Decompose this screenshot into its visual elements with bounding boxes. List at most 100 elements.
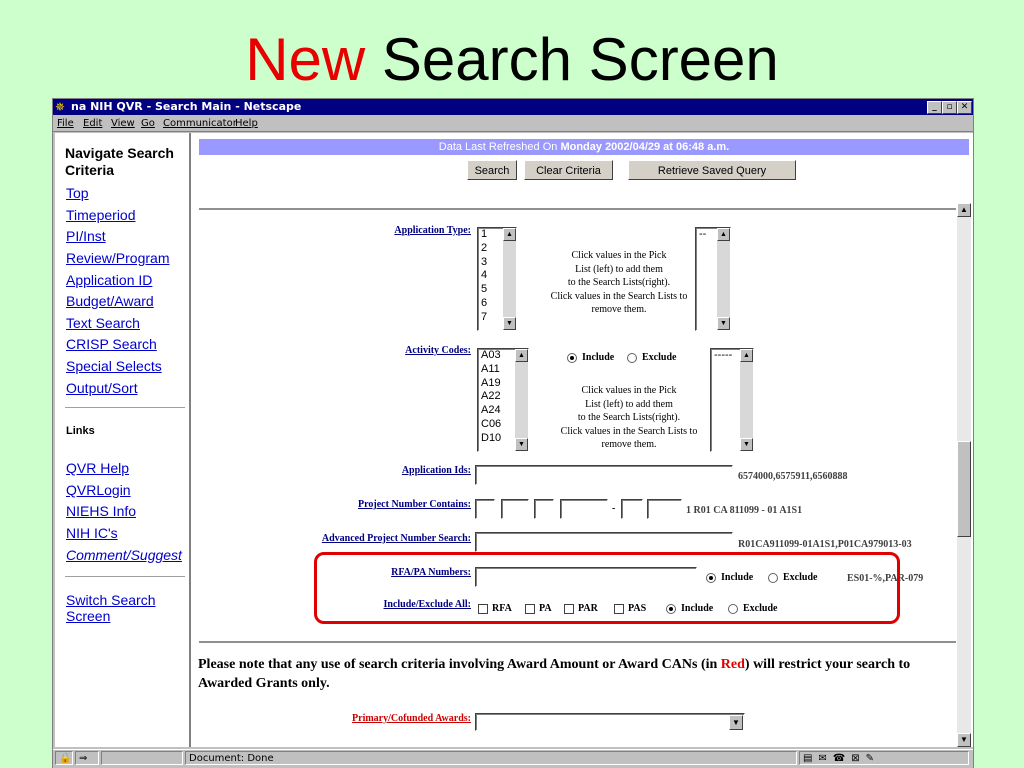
menu-view[interactable]: View <box>111 118 135 129</box>
link-nih-ics[interactable]: NIH IC's <box>66 525 118 541</box>
project-ic-input[interactable] <box>534 499 554 519</box>
activity-include-option[interactable]: Include <box>567 352 614 363</box>
slide-title: New Search Screen <box>0 22 1024 98</box>
project-year-input[interactable] <box>621 499 643 519</box>
notice-red-word: Red <box>720 657 745 672</box>
application-type-label[interactable]: Application Type: <box>394 225 471 236</box>
activity-codes-hint: Click values in the Pick List (left) to … <box>529 384 729 452</box>
list-scrollbar[interactable]: ▲ ▼ <box>503 228 516 330</box>
search-button[interactable]: Search <box>467 160 517 180</box>
nav-divider <box>65 407 185 409</box>
window-title: na NIH QVR - Search Main - Netscape <box>71 100 302 113</box>
menu-file[interactable]: File <box>57 118 74 129</box>
search-frame: Data Last Refreshed On Monday 2002/04/29… <box>191 133 973 747</box>
project-suffix-input[interactable] <box>647 499 682 519</box>
clear-criteria-button[interactable]: Clear Criteria <box>524 160 613 180</box>
slide-title-rest: Search Screen <box>381 26 779 93</box>
project-number-example: 1 R01 CA 811099 - 01 A1S1 <box>686 505 803 516</box>
hint-line: List (left) to add them <box>575 263 663 275</box>
list-scrollbar[interactable]: ▲ ▼ <box>717 228 730 330</box>
application-ids-label[interactable]: Application Ids: <box>402 465 471 476</box>
title-bar: ✵ na NIH QVR - Search Main - Netscape _ … <box>53 99 973 115</box>
link-niehs-info[interactable]: NIEHS Info <box>66 503 136 519</box>
hint-line: List (left) to add them <box>585 398 673 410</box>
activity-codes-search-list[interactable]: ----- ▲ ▼ <box>710 348 754 452</box>
nav-link-top[interactable]: Top <box>66 185 89 201</box>
scroll-thumb[interactable] <box>957 441 971 537</box>
close-button[interactable]: ✕ <box>957 101 972 114</box>
scroll-down-icon[interactable]: ▼ <box>740 438 753 451</box>
scroll-up-icon[interactable]: ▲ <box>740 349 753 362</box>
minimize-button[interactable]: _ <box>927 101 942 114</box>
nav-link-application-id[interactable]: Application ID <box>66 272 152 288</box>
include-radio-icon[interactable] <box>567 352 577 363</box>
hint-line: Click values in the Search Lists to <box>550 290 688 302</box>
advanced-project-example: R01CA911099-01A1S1,P01CA979013-03 <box>738 539 912 550</box>
notice-text: Please note that any use of search crite… <box>198 657 721 672</box>
link-qvr-login[interactable]: QVRLogin <box>66 482 131 498</box>
dropdown-arrow-icon[interactable]: ▼ <box>729 715 743 730</box>
hint-line: remove them. <box>591 304 647 315</box>
menu-bar: File Edit View Go Communicator Help <box>53 116 973 132</box>
menu-help[interactable]: Help <box>235 118 258 129</box>
refresh-date: Monday 2002/04/29 at 06:48 a.m. <box>560 141 730 153</box>
primary-cofunded-select[interactable]: ▼ <box>475 713 745 731</box>
hint-line: Click values in the Pick <box>581 385 677 396</box>
nav-link-output-sort[interactable]: Output/Sort <box>66 380 138 396</box>
project-type-input[interactable] <box>475 499 495 519</box>
activity-codes-label[interactable]: Activity Codes: <box>405 345 471 356</box>
nav-link-text-search[interactable]: Text Search <box>66 315 140 331</box>
application-type-pick-list[interactable]: 1 2 3 4 5 6 7 ▲ ▼ <box>477 227 517 331</box>
progress-panel <box>101 751 183 765</box>
scroll-up-icon[interactable]: ▲ <box>957 203 971 217</box>
project-number-label[interactable]: Project Number Contains: <box>358 499 471 510</box>
scroll-down-icon[interactable]: ▼ <box>717 317 730 330</box>
security-lock-icon[interactable]: 🔒 <box>55 751 73 765</box>
browser-window: ✵ na NIH QVR - Search Main - Netscape _ … <box>52 98 974 768</box>
maximize-button[interactable]: ▫ <box>942 101 957 114</box>
project-number-dash: - <box>612 503 616 514</box>
activity-exclude-option[interactable]: Exclude <box>627 352 676 363</box>
links-heading: Links <box>66 425 95 437</box>
application-type-search-list[interactable]: -- ▲ ▼ <box>695 227 731 331</box>
project-serial-input[interactable] <box>560 499 608 519</box>
nav-heading: Navigate Search Criteria <box>65 145 174 178</box>
scroll-up-icon[interactable]: ▲ <box>503 228 516 241</box>
award-notice: Please note that any use of search crite… <box>198 655 938 693</box>
primary-cofunded-label[interactable]: Primary/Cofunded Awards: <box>352 713 471 724</box>
advanced-project-number-label[interactable]: Advanced Project Number Search: <box>322 533 471 544</box>
nav-link-timeperiod[interactable]: Timeperiod <box>66 207 136 223</box>
scroll-down-icon[interactable]: ▼ <box>515 438 528 451</box>
scroll-up-icon[interactable]: ▲ <box>717 228 730 241</box>
application-ids-input[interactable] <box>475 465 733 485</box>
hint-line: remove them. <box>601 439 657 450</box>
advanced-project-number-input[interactable] <box>475 532 733 552</box>
refresh-label: Data Last Refreshed On <box>438 141 561 153</box>
scroll-down-icon[interactable]: ▼ <box>957 733 971 747</box>
scroll-up-icon[interactable]: ▲ <box>515 349 528 362</box>
refresh-bar: Data Last Refreshed On Monday 2002/04/29… <box>199 139 969 155</box>
link-comment-suggest[interactable]: Comment/Suggest <box>66 547 182 563</box>
exclude-radio-icon[interactable] <box>627 352 637 363</box>
list-scrollbar[interactable]: ▲ ▼ <box>515 349 528 451</box>
activity-codes-pick-list[interactable]: A03 A11 A19 A22 A24 C06 D10 ▲ ▼ <box>477 348 529 452</box>
list-scrollbar[interactable]: ▲ ▼ <box>740 349 753 451</box>
component-bar-icons[interactable]: ▤✉☎⊠✎ <box>799 751 969 765</box>
navigation-frame: Navigate Search Criteria Top Timeperiod … <box>55 133 191 747</box>
nav-link-budget-award[interactable]: Budget/Award <box>66 293 154 309</box>
nav-link-pi-inst[interactable]: PI/Inst <box>66 228 106 244</box>
nav-link-special-selects[interactable]: Special Selects <box>66 358 162 374</box>
project-activity-input[interactable] <box>501 499 529 519</box>
link-switch-search-screen[interactable]: Switch Search Screen <box>66 592 176 624</box>
menu-go[interactable]: Go <box>141 118 155 129</box>
page-scrollbar[interactable]: ▲ ▼ <box>957 203 971 747</box>
retrieve-saved-query-button[interactable]: Retrieve Saved Query <box>628 160 796 180</box>
nav-link-crisp-search[interactable]: CRISP Search <box>66 336 157 352</box>
scroll-down-icon[interactable]: ▼ <box>503 317 516 330</box>
hint-line: Click values in the Search Lists to <box>560 425 698 437</box>
menu-edit[interactable]: Edit <box>83 118 102 129</box>
nav-link-review-program[interactable]: Review/Program <box>66 250 169 266</box>
link-qvr-help[interactable]: QVR Help <box>66 460 129 476</box>
nav-divider <box>65 576 185 578</box>
menu-communicator[interactable]: Communicator <box>163 118 237 129</box>
